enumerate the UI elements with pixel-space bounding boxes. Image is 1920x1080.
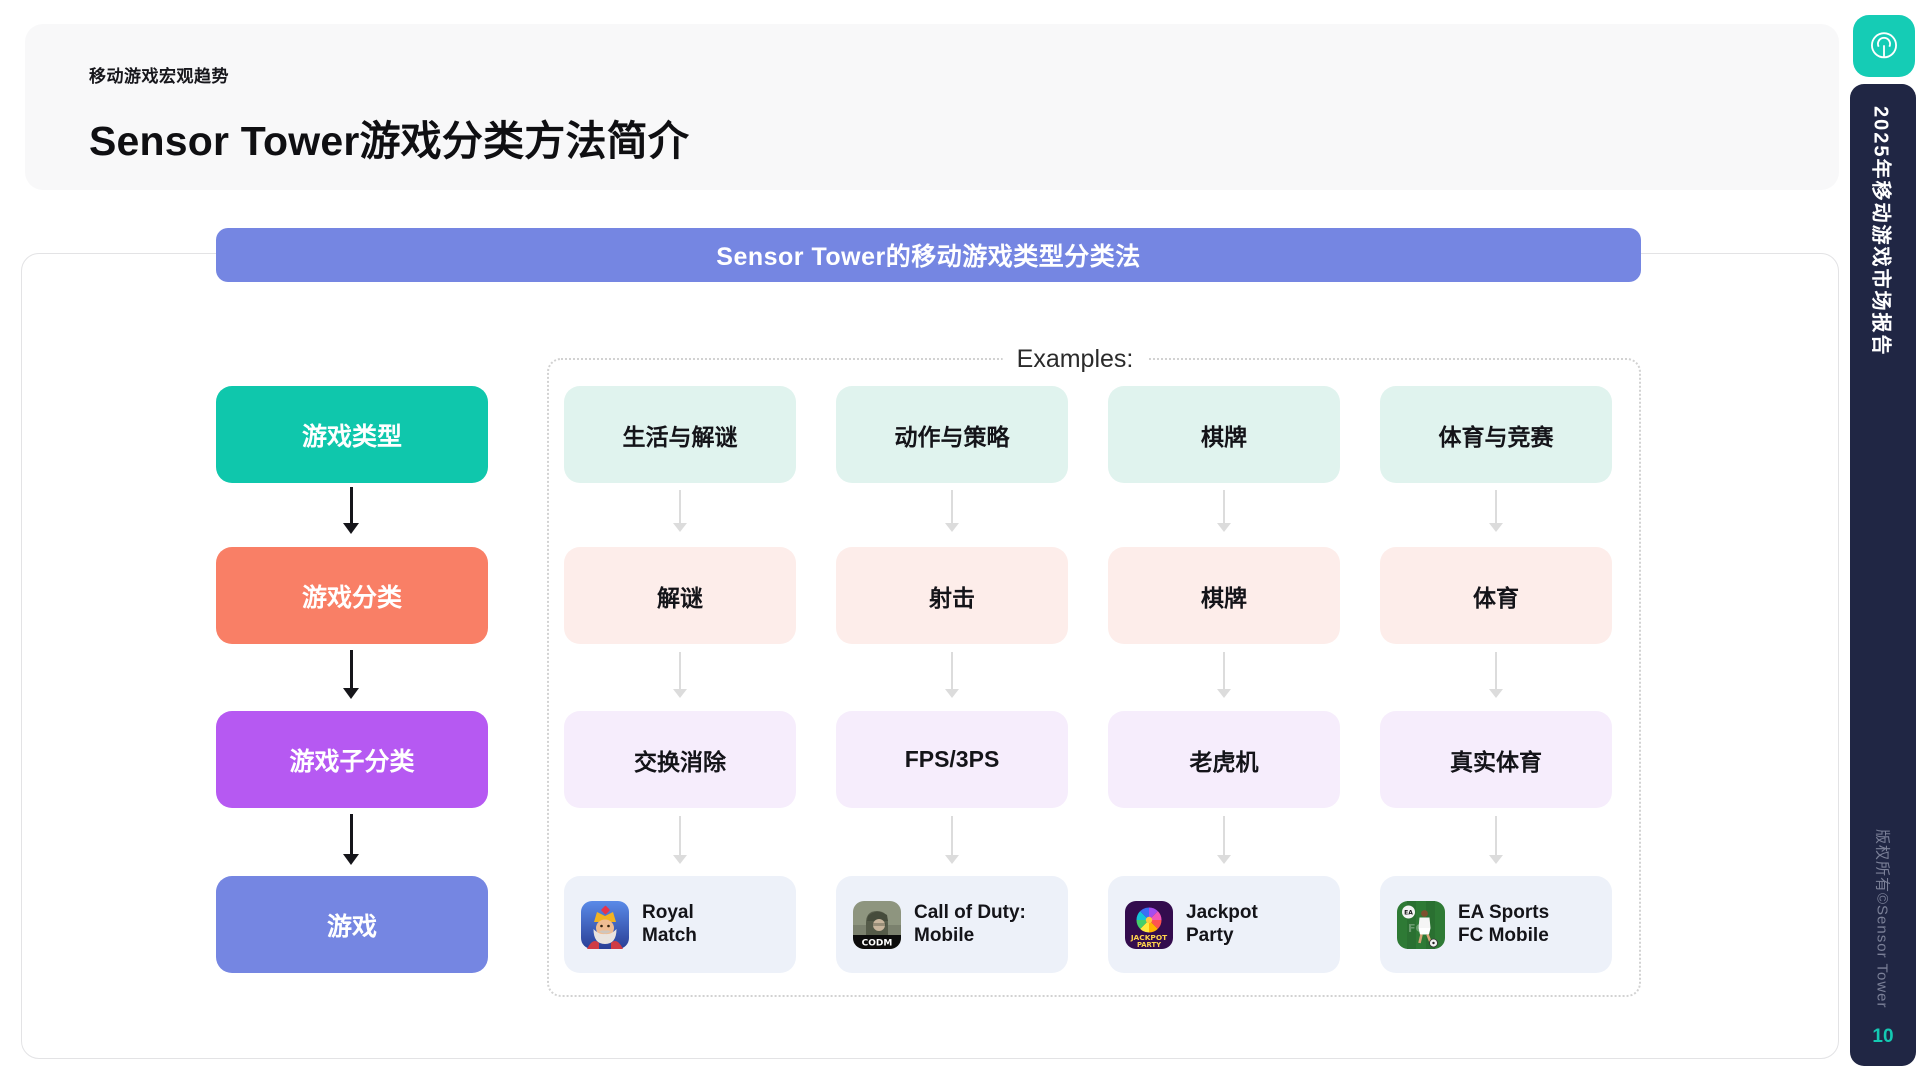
down-arrow-icon <box>350 487 353 531</box>
app-name: Call of Duty: Mobile <box>914 902 1026 947</box>
example-game: JACKPOT PARTY Jackpot Party <box>1108 876 1340 973</box>
app-name: Jackpot Party <box>1186 902 1258 947</box>
down-arrow-icon <box>1223 816 1225 862</box>
copyright-vertical: 版权所有©Sensor Tower <box>1873 829 1894 1009</box>
example-game: FC EA EA Sports FC Mobile <box>1380 876 1612 973</box>
down-arrow-icon <box>1495 652 1497 696</box>
down-arrow-icon <box>951 816 953 862</box>
example-category: 棋牌 <box>1108 547 1340 644</box>
codm-icon: CODM <box>853 901 901 949</box>
flow-level-game-type: 游戏类型 <box>216 386 488 483</box>
down-arrow-icon <box>350 650 353 696</box>
example-game: CODM Call of Duty: Mobile <box>836 876 1068 973</box>
example-category: 射击 <box>836 547 1068 644</box>
flow-level-game-category: 游戏分类 <box>216 547 488 644</box>
page-title: Sensor Tower游戏分类方法简介 <box>89 107 1775 167</box>
diagram-banner: Sensor Tower的移动游戏类型分类法 <box>216 228 1641 282</box>
example-category: 解谜 <box>564 547 796 644</box>
example-subcategory: 老虎机 <box>1108 711 1340 808</box>
app-name: Royal Match <box>642 902 697 947</box>
slide: 移动游戏宏观趋势 Sensor Tower游戏分类方法简介 2025年移动游戏市… <box>0 0 1920 1080</box>
example-game: Royal Match <box>564 876 796 973</box>
report-title-vertical: 2025年移动游戏市场报告 <box>1869 106 1898 357</box>
section-eyebrow: 移动游戏宏观趋势 <box>89 62 1775 87</box>
example-game-type: 棋牌 <box>1108 386 1340 483</box>
jackpot-party-icon: JACKPOT PARTY <box>1125 901 1173 949</box>
flow-level-game-subcategory: 游戏子分类 <box>216 711 488 808</box>
examples-label: Examples: <box>1003 344 1148 374</box>
down-arrow-icon <box>1223 490 1225 530</box>
app-name: EA Sports FC Mobile <box>1458 902 1549 947</box>
down-arrow-icon <box>1223 652 1225 696</box>
svg-text:PARTY: PARTY <box>1137 941 1161 949</box>
page-number: 10 <box>1850 1026 1916 1048</box>
svg-text:EA: EA <box>1404 909 1413 916</box>
down-arrow-icon <box>679 652 681 696</box>
sensor-tower-logo-icon <box>1862 24 1906 68</box>
example-game-type: 体育与竞赛 <box>1380 386 1612 483</box>
example-subcategory: FPS/3PS <box>836 711 1068 808</box>
example-category: 体育 <box>1380 547 1612 644</box>
example-game-type: 生活与解谜 <box>564 386 796 483</box>
svg-text:CODM: CODM <box>862 938 893 948</box>
header-card: 移动游戏宏观趋势 Sensor Tower游戏分类方法简介 <box>25 24 1839 190</box>
down-arrow-icon <box>1495 816 1497 862</box>
down-arrow-icon <box>679 816 681 862</box>
down-arrow-icon <box>1495 490 1497 530</box>
flow-level-game: 游戏 <box>216 876 488 973</box>
example-subcategory: 真实体育 <box>1380 711 1612 808</box>
down-arrow-icon <box>350 814 353 862</box>
example-game-type: 动作与策略 <box>836 386 1068 483</box>
down-arrow-icon <box>951 652 953 696</box>
ea-sports-fc-icon: FC EA <box>1397 901 1445 949</box>
side-rail: 2025年移动游戏市场报告 版权所有©Sensor Tower 10 <box>1850 84 1916 1066</box>
down-arrow-icon <box>951 490 953 530</box>
royal-match-icon <box>581 901 629 949</box>
example-subcategory: 交换消除 <box>564 711 796 808</box>
sensor-tower-logo-button <box>1853 15 1915 77</box>
down-arrow-icon <box>679 490 681 530</box>
